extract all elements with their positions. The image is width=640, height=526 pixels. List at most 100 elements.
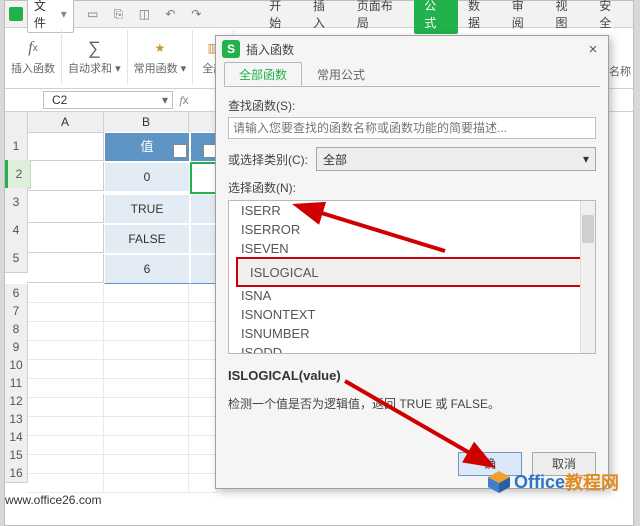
cell[interactable] [27,303,104,322]
cell[interactable] [27,162,104,191]
row-header[interactable]: 15 [5,446,28,465]
cell[interactable] [104,303,189,322]
cell[interactable] [104,379,189,398]
cell[interactable] [27,341,104,360]
tab-insert[interactable]: 插入 [303,0,347,34]
fx-button-icon[interactable]: fx [173,89,195,111]
function-list-item[interactable]: ISERROR [229,220,595,239]
row-header[interactable]: 14 [5,428,28,447]
tab-review[interactable]: 审阅 [502,0,546,34]
cell[interactable] [27,322,104,341]
tab-view[interactable]: 视图 [546,0,590,34]
dialog-tab-all-functions[interactable]: 全部函数 [224,62,302,86]
scrollbar[interactable] [580,201,595,353]
cell[interactable] [189,455,218,474]
function-list-item-selected[interactable]: ISLOGICAL [237,258,595,286]
print-icon[interactable]: ⎘ [110,5,128,23]
cell[interactable] [27,132,104,161]
dialog-tab-common-formulas[interactable]: 常用公式 [302,62,380,86]
row-header[interactable]: 13 [5,410,28,429]
scrollbar-thumb[interactable] [582,215,594,243]
name-box[interactable]: C2 ▾ [43,91,173,109]
redo-icon[interactable]: ↷ [187,5,205,23]
row-header[interactable]: 5 [5,244,28,273]
row-header[interactable]: 2 [5,160,31,189]
row-header[interactable]: 12 [5,392,28,411]
cell[interactable] [27,474,104,493]
close-icon[interactable]: × [578,41,608,58]
cell[interactable] [27,455,104,474]
cell[interactable] [189,398,218,417]
row-header[interactable]: 4 [5,216,28,245]
cell[interactable] [104,455,189,474]
cell[interactable]: 0 [104,162,190,192]
cell[interactable] [27,224,104,253]
filter-icon[interactable] [173,144,187,158]
cell[interactable] [104,398,189,417]
tab-start[interactable]: 开始 [259,0,303,34]
cell[interactable] [189,284,218,303]
preview-icon[interactable]: ◫ [136,5,154,23]
cell[interactable] [27,194,104,223]
function-list-item[interactable]: ISNONTEXT [229,305,595,324]
cell[interactable] [104,341,189,360]
ribbon-common-functions[interactable]: ★ 常用函数 ▾ [128,30,194,84]
cell[interactable] [189,417,218,436]
row-header[interactable]: 3 [5,188,28,217]
search-input[interactable] [228,117,596,139]
cell[interactable] [189,303,218,322]
row-header[interactable]: 7 [5,302,28,321]
cell[interactable] [104,474,189,493]
cell[interactable]: FALSE [104,224,190,254]
cell[interactable] [27,254,104,283]
cell[interactable] [104,284,189,303]
select-all-corner[interactable] [5,112,28,133]
cell[interactable]: 6 [104,254,190,284]
function-list-item[interactable]: ISNUMBER [229,324,595,343]
row-header[interactable]: 11 [5,374,28,393]
cell[interactable] [104,436,189,455]
cell[interactable] [104,322,189,341]
tab-security[interactable]: 安全 [589,0,633,34]
cell[interactable] [27,379,104,398]
col-header-b[interactable]: B [104,112,189,133]
row-header[interactable]: 6 [5,284,28,303]
row-header[interactable]: 1 [5,132,28,161]
cell[interactable] [104,360,189,379]
cell[interactable] [189,379,218,398]
file-menu-button[interactable]: 文件 ▾ [27,0,74,33]
row-header[interactable]: 16 [5,464,28,483]
cell[interactable] [27,360,104,379]
function-listbox[interactable]: ISERR ISERROR ISEVEN ISLOGICAL ISNA ISNO… [228,200,596,354]
col-header-a[interactable]: A [27,112,104,133]
cell[interactable] [189,474,218,493]
cell[interactable] [189,360,218,379]
cell[interactable] [189,436,218,455]
ribbon-insert-function[interactable]: fx 插入函数 [5,30,62,84]
undo-icon[interactable]: ↶ [161,5,179,23]
function-list-item[interactable]: ISEVEN [229,239,595,258]
table-header-cell[interactable]: 值 [104,132,190,162]
category-select[interactable]: 全部 ▾ [316,147,596,171]
function-list-item[interactable]: ISERR [229,201,595,220]
cell[interactable] [189,341,218,360]
row-header[interactable]: 9 [5,338,28,357]
save-icon[interactable]: ▭ [84,5,102,23]
row-header[interactable]: 10 [5,356,28,375]
row-header[interactable]: 8 [5,320,28,339]
tab-data[interactable]: 数据 [458,0,502,34]
cell[interactable] [189,322,218,341]
cell[interactable] [104,417,189,436]
function-list-item[interactable]: ISODD [229,343,595,354]
ribbon-autosum[interactable]: ∑ 自动求和 ▾ [62,30,128,84]
cell[interactable] [27,284,104,303]
cell[interactable] [27,398,104,417]
cell[interactable]: TRUE [104,194,190,224]
tab-page-layout[interactable]: 页面布局 [347,0,415,34]
dialog-titlebar[interactable]: S 插入函数 × [216,36,608,62]
tab-formulas[interactable]: 公式 [414,0,458,34]
cell[interactable] [27,417,104,436]
cell[interactable] [27,436,104,455]
function-list-item[interactable]: ISNA [229,286,595,305]
col-header-c[interactable] [189,112,218,133]
